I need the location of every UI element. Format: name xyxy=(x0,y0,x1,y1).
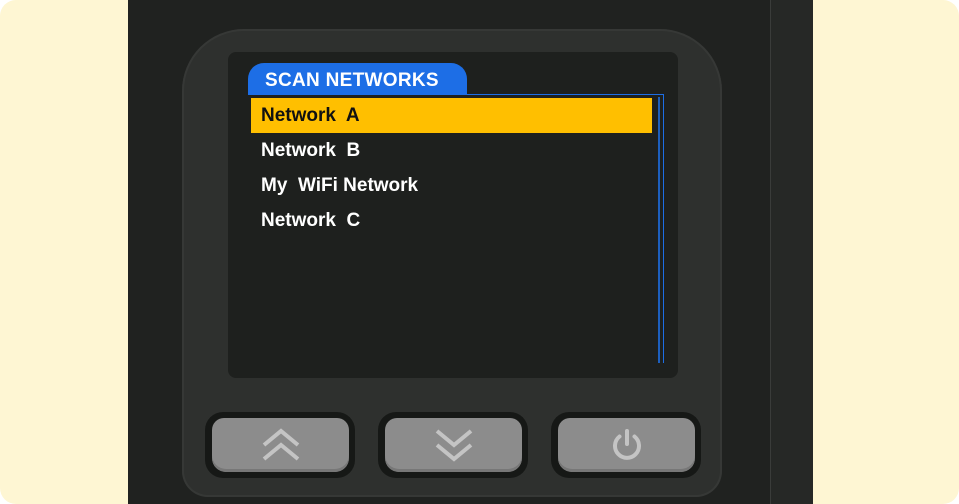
device-side-edge xyxy=(770,0,813,504)
screen-title: SCAN NETWORKS xyxy=(248,63,467,95)
double-chevron-up-icon xyxy=(261,428,301,462)
network-item[interactable]: Network A xyxy=(251,98,652,133)
network-list: Network A Network B My WiFi Network Netw… xyxy=(251,98,652,238)
network-item[interactable]: My WiFi Network xyxy=(251,168,652,203)
power-icon xyxy=(609,427,645,463)
scrollbar xyxy=(658,97,660,363)
up-button[interactable] xyxy=(212,418,349,472)
double-chevron-down-icon xyxy=(434,428,474,462)
network-item[interactable]: Network B xyxy=(251,133,652,168)
down-button[interactable] xyxy=(385,418,522,472)
network-item[interactable]: Network C xyxy=(251,203,652,238)
power-button[interactable] xyxy=(558,418,695,472)
